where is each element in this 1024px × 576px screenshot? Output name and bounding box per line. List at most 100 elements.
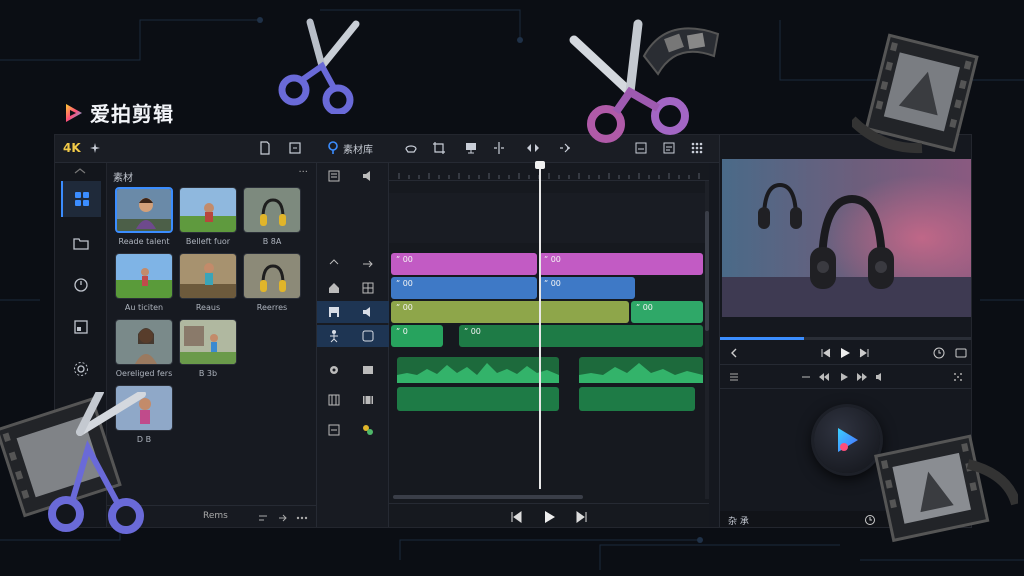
template-icon	[74, 320, 88, 334]
collapse-chevron-icon[interactable]	[73, 167, 87, 175]
export-icon[interactable]	[287, 140, 303, 156]
forward-icon[interactable]	[856, 371, 868, 383]
media-thumb-9[interactable]	[115, 385, 173, 431]
rail-folder-button[interactable]	[61, 225, 101, 261]
media-label-8: B 3b	[198, 369, 218, 378]
chevron-left-icon[interactable]	[728, 347, 740, 359]
track-header-2[interactable]	[317, 277, 389, 299]
media-thumb-6[interactable]	[243, 253, 301, 299]
audio-waveform-1[interactable]	[397, 357, 559, 383]
caption-icon[interactable]	[661, 140, 677, 156]
preview-play-icon[interactable]	[838, 346, 852, 360]
file-icon[interactable]	[257, 140, 273, 156]
subtitle-icon[interactable]	[633, 140, 649, 156]
clip-purple-2[interactable]: ˮ 00	[539, 253, 703, 275]
left-rail	[55, 163, 107, 527]
media-panel-title: 素材	[113, 173, 133, 184]
media-thumb-4[interactable]	[115, 253, 173, 299]
trim-icon[interactable]	[525, 140, 541, 156]
sort-icon[interactable]	[257, 512, 269, 524]
rewind-icon[interactable]	[818, 371, 830, 383]
skip-back-icon[interactable]	[509, 510, 523, 524]
clip-blue-1[interactable]: ˮ 00	[391, 277, 537, 299]
fullscreen-icon[interactable]	[954, 346, 968, 360]
audio-icon[interactable]	[557, 140, 573, 156]
timer-icon[interactable]	[932, 346, 946, 360]
media-footer: Rems	[107, 505, 317, 527]
media-label-9: D B	[136, 435, 152, 444]
speaker-small-icon[interactable]	[874, 371, 886, 383]
crop-tool-icon[interactable]	[431, 140, 447, 156]
preview-video[interactable]	[722, 159, 971, 317]
cut-tool-icon[interactable]	[403, 140, 419, 156]
audio-clip-2[interactable]	[579, 387, 695, 411]
media-thumb-8[interactable]	[179, 319, 237, 365]
play-icon[interactable]	[541, 509, 557, 525]
clip-green-2[interactable]: ˮ 0	[391, 325, 443, 347]
resolution-badge[interactable]: 4K	[63, 141, 81, 155]
time-ruler[interactable]	[389, 163, 709, 181]
media-more-button[interactable]: ···	[298, 167, 308, 178]
figure-icon	[330, 330, 338, 343]
effects-gear-icon	[74, 362, 88, 376]
status-clock-icon[interactable]	[864, 514, 876, 526]
split-icon[interactable]	[491, 140, 507, 156]
woman-thumbnail	[116, 320, 172, 364]
preview-panel: 杂 承	[719, 135, 971, 527]
person-thumbnail	[117, 189, 171, 231]
media-thumb-7[interactable]	[115, 319, 173, 365]
preview-progress-bar[interactable]	[720, 337, 971, 340]
media-thumb-3[interactable]	[243, 187, 301, 233]
track-header-7[interactable]	[317, 419, 389, 441]
vertical-scrollbar[interactable]	[705, 181, 709, 499]
child-field-thumbnail	[180, 188, 236, 232]
clip-green-1[interactable]: ˮ 00	[631, 301, 703, 323]
menu-icon[interactable]	[728, 371, 740, 383]
audio-waveform-2[interactable]	[579, 357, 703, 383]
save-icon	[329, 307, 339, 317]
media-label-1: Reade talent	[118, 237, 170, 246]
audio-clip-1[interactable]	[397, 387, 559, 411]
more-horizontal-icon[interactable]	[295, 512, 309, 524]
clip-olive[interactable]: ˮ 00	[391, 301, 629, 323]
folder-icon	[73, 238, 89, 250]
track-list-icon[interactable]	[327, 169, 341, 183]
rail-history-button[interactable]	[61, 267, 101, 303]
app-brand: 爱拍剪辑	[62, 98, 174, 127]
volume-icon[interactable]	[361, 169, 375, 183]
step-back-icon[interactable]	[820, 347, 832, 359]
monitor-icon[interactable]	[463, 140, 479, 156]
dots-grid-icon[interactable]	[952, 371, 964, 383]
skip-forward-icon[interactable]	[575, 510, 589, 524]
timeline-scrollbar[interactable]	[393, 495, 583, 499]
track-header-3[interactable]	[317, 301, 389, 323]
track-grid-icon	[362, 282, 374, 294]
rail-effects-button[interactable]	[61, 351, 101, 387]
track-header-6[interactable]	[317, 389, 389, 411]
grid-apps-icon	[75, 192, 89, 206]
track-header-1[interactable]	[317, 253, 389, 275]
preview-controls	[720, 341, 971, 365]
media-thumb-2[interactable]	[179, 187, 237, 233]
media-thumb-1[interactable]	[115, 187, 173, 233]
play-small-icon[interactable]	[838, 371, 850, 383]
grid-icon[interactable]	[689, 140, 705, 156]
step-forward-icon[interactable]	[858, 347, 870, 359]
editor-window: 4K 素材库 素材 ··· Reade talent Belleft fuor …	[54, 134, 972, 528]
clip-blue-2[interactable]: ˮ 00	[539, 277, 635, 299]
clip-purple-1[interactable]: ˮ 00	[391, 253, 537, 275]
arrow-right-icon[interactable]	[277, 512, 289, 524]
timeline-transport	[389, 503, 709, 527]
rail-settings-button[interactable]	[61, 393, 101, 429]
library-label[interactable]: 素材库	[343, 141, 373, 156]
rail-template-button[interactable]	[61, 309, 101, 345]
headphones-preview-image	[722, 159, 971, 317]
clip-green-3[interactable]: ˮ 00	[459, 325, 703, 347]
track-header-4[interactable]	[317, 325, 389, 347]
minus-icon[interactable]	[800, 371, 812, 383]
track-lock-icon	[329, 259, 339, 265]
track-header-5[interactable]	[317, 359, 389, 381]
media-thumb-5[interactable]	[179, 253, 237, 299]
playhead[interactable]	[535, 161, 545, 489]
rail-media-button[interactable]	[61, 181, 101, 217]
